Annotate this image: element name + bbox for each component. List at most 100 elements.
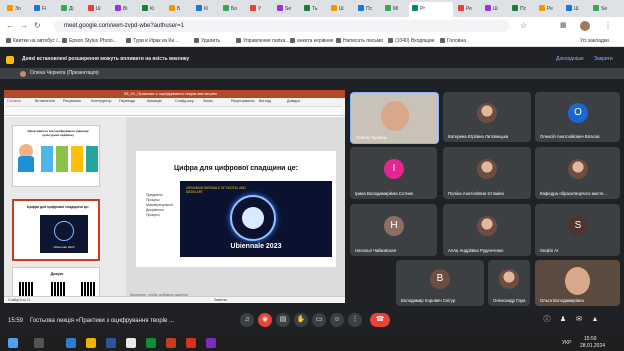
folder-icon[interactable] (86, 338, 96, 348)
reactions-icon[interactable]: ☺ (330, 313, 344, 327)
notes-toggle[interactable]: Заметки (214, 298, 227, 302)
present-icon[interactable]: ▭ (312, 313, 326, 327)
participant-tile[interactable]: Кафедра образотворчого мисте... (535, 147, 620, 199)
people-icon[interactable]: ♟ (556, 313, 570, 327)
raise-hand-icon[interactable]: ✋ (294, 313, 308, 327)
tab[interactable]: Fi (31, 2, 51, 17)
ribbon-tab[interactable]: Слайд-шоу (175, 99, 194, 103)
participant-tile[interactable]: Алла Андріївна Руденченко (443, 204, 531, 256)
tab[interactable]: Ві (112, 2, 132, 17)
participant-tile[interactable]: Катерина Юріївна Литовецька (443, 92, 531, 142)
ribbon-tab[interactable]: Вставлення (35, 99, 55, 103)
leave-call-icon[interactable]: ☎ (370, 313, 390, 327)
url-field[interactable]: meet.google.com/ewn-zvpd-wbe?authuser=1 (54, 20, 509, 32)
bookmark-item[interactable]: Написать письмо (336, 37, 383, 45)
banner-close-link[interactable]: Закрити (594, 56, 613, 62)
favicon (385, 5, 391, 11)
tab[interactable]: Кі (193, 2, 213, 17)
tab-active[interactable]: Pr (409, 2, 453, 17)
bookmark-item[interactable]: Управление папка... (236, 37, 290, 45)
bookmark-item[interactable]: (1040) Входящие (388, 37, 435, 45)
tab[interactable]: Пс (355, 2, 375, 17)
participant-tile[interactable]: Ольга Володимирівна (535, 260, 620, 306)
app-icon[interactable] (206, 338, 216, 348)
extensions-icon[interactable]: ▦ (560, 21, 567, 31)
mic-icon[interactable]: ♫ (240, 313, 254, 327)
participant-tile[interactable]: О Олексій Анатолійович Власов (535, 92, 620, 142)
main-slide[interactable]: Цифра для цифрової спадщини це: Предметы… (136, 151, 336, 267)
banner-details-link[interactable]: Докладніше (556, 56, 584, 62)
participant-tile[interactable]: Поліна Анатоліївна Істоміна (443, 147, 531, 199)
tab[interactable]: Ді (58, 2, 78, 17)
tab[interactable]: Зо (4, 2, 24, 17)
bookmark-item[interactable]: Головна (440, 37, 466, 45)
tab[interactable]: Ш (328, 2, 348, 17)
bookmark-item[interactable]: Квитки на автобус і... (6, 37, 62, 45)
activities-icon[interactable]: ▲ (588, 313, 602, 327)
camera-off-icon[interactable]: ◉ (258, 313, 272, 327)
ribbon-tab[interactable]: Вигляд (259, 99, 271, 103)
chrome-icon[interactable] (126, 338, 136, 348)
ribbon-tab[interactable]: Анімація (147, 99, 161, 103)
participant-tile[interactable]: В Володимир Ігорович Снігур (396, 260, 484, 306)
ribbon-tab[interactable]: Рисування (63, 99, 81, 103)
bookmark-item[interactable]: Удалить (194, 37, 220, 45)
tab[interactable]: Ре (536, 2, 556, 17)
profile-avatar[interactable] (580, 21, 590, 31)
tab[interactable]: Ш (482, 2, 502, 17)
bookmark-item[interactable]: анкета керівник (290, 37, 333, 45)
tab[interactable]: Мі (382, 2, 402, 17)
ribbon-tab[interactable]: Конструктор (91, 99, 112, 103)
tab[interactable]: Se (274, 2, 294, 17)
info-icon[interactable]: ⓘ (540, 313, 554, 327)
more-options-icon[interactable]: ⋮ (348, 313, 362, 327)
tab[interactable]: Ш (85, 2, 105, 17)
ribbon-tab[interactable]: Головна (7, 99, 21, 103)
clock-date[interactable]: 28.01.2024 (580, 343, 605, 349)
participant-tile[interactable]: І Ірина Володимирівна Сотник (350, 147, 437, 199)
participant-tile[interactable]: Олександр Гора (488, 260, 530, 306)
word-icon[interactable] (106, 338, 116, 348)
acrobat-icon[interactable] (186, 338, 196, 348)
captions-icon[interactable]: ▤ (276, 313, 290, 327)
tab[interactable]: Ре (455, 2, 475, 17)
chat-icon[interactable]: ✉ (572, 313, 586, 327)
bookmark-star-icon[interactable]: ☆ (520, 21, 527, 31)
ppt-statusbar: Слайд 5 из 11 Заметки (4, 296, 345, 303)
explorer-icon[interactable] (66, 338, 76, 348)
participant-tile[interactable]: Олена Чернега (350, 92, 439, 144)
participant-tile[interactable]: Н Наталья Чайковская (350, 204, 437, 256)
tab[interactable]: Se (590, 2, 610, 17)
tab[interactable]: Б (166, 2, 186, 17)
slide-thumb-1[interactable]: Ефективність від оцифрування (одиниці ку… (12, 125, 100, 187)
ribbon-tab[interactable]: Рецензування (231, 99, 254, 103)
excel-icon[interactable] (146, 338, 156, 348)
participant-photo (499, 269, 519, 289)
reload-icon[interactable]: ↻ (34, 21, 41, 31)
back-icon[interactable]: ← (6, 21, 14, 31)
bookmark-item[interactable]: Epson Stylus Photo... (62, 37, 117, 45)
tab[interactable]: Ть (301, 2, 321, 17)
clock-time[interactable]: 15:59 (584, 336, 597, 342)
tab[interactable]: Пс (509, 2, 529, 17)
ribbon-tab[interactable]: Запис (203, 99, 213, 103)
tab[interactable]: Ш (563, 2, 583, 17)
keyboard-language[interactable]: УКР (562, 340, 571, 346)
ribbon-tab[interactable]: Довідка (287, 99, 300, 103)
all-bookmarks-link[interactable]: Усі закладки (580, 37, 609, 45)
tab[interactable]: У (247, 2, 267, 17)
ribbon-tab[interactable]: Переходи (119, 99, 135, 103)
powerpoint-icon[interactable] (166, 338, 176, 348)
menu-icon[interactable]: ⋮ (604, 21, 612, 31)
participant-tile[interactable]: S Seqkin Ar (535, 204, 620, 256)
forward-icon[interactable]: → (20, 21, 28, 31)
slide-thumb-2[interactable]: Цифра для цифрової спадщини це: Ubiennal… (12, 199, 100, 261)
tab[interactable]: Бо (220, 2, 240, 17)
bookmark-item[interactable]: Тури в Ирак из Ки... (126, 37, 178, 45)
search-icon[interactable] (34, 338, 44, 348)
warning-icon (6, 56, 14, 64)
tab[interactable]: Кі (139, 2, 159, 17)
qr-code-1 (19, 282, 33, 296)
start-icon[interactable] (8, 338, 18, 348)
tab-label: Se (285, 6, 292, 12)
